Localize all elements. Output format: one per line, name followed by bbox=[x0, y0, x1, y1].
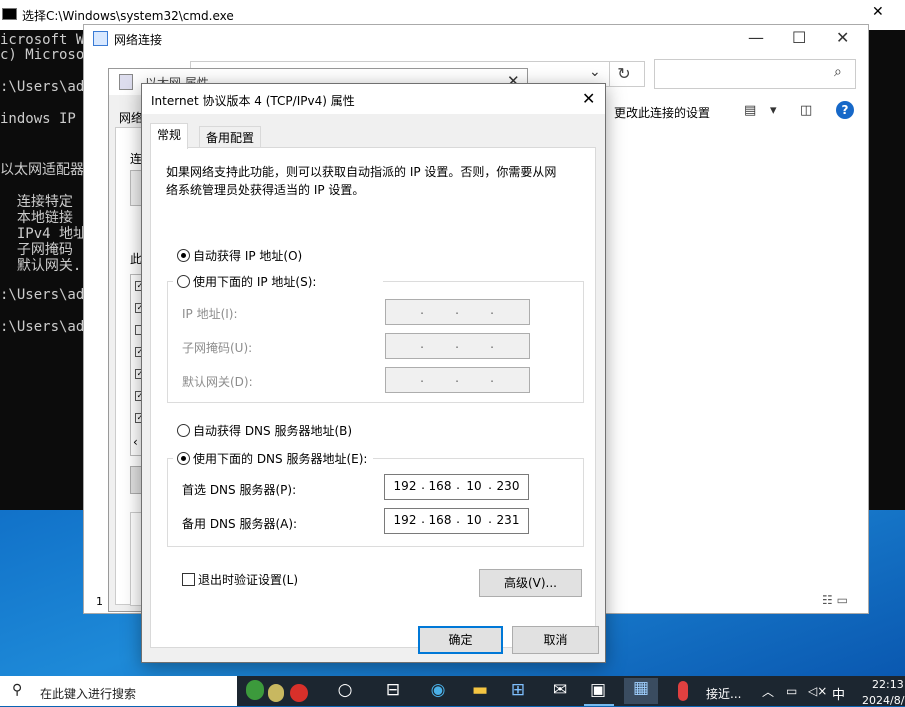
help-button[interactable]: ? bbox=[836, 101, 854, 119]
network-folder-icon bbox=[93, 31, 108, 46]
refresh-button[interactable]: ↻ bbox=[604, 61, 645, 87]
tab-network[interactable]: 网络 bbox=[119, 109, 143, 126]
validate-checkbox[interactable] bbox=[182, 573, 195, 586]
ok-button[interactable]: 确定 bbox=[418, 626, 503, 654]
store-icon[interactable]: ⊞ bbox=[504, 680, 532, 700]
net-titlebar[interactable]: 网络连接 — ☐ ✕ bbox=[84, 25, 868, 53]
taskbar: ⚲ 在此键入进行搜索 ○ ⊟ ◉ ▬ ⊞ ✉ ▣ ▦ 接近... ︿ ▭ ◁× … bbox=[0, 676, 905, 707]
broccoli-icon bbox=[246, 680, 264, 700]
cmd-line: 默认网关. bbox=[0, 258, 82, 274]
change-settings-button[interactable]: 更改此连接的设置 bbox=[614, 104, 710, 121]
clock-date[interactable]: 2024/8/ bbox=[862, 694, 904, 707]
alternate-dns-input[interactable]: 192. 168. 10. 231 bbox=[384, 508, 529, 534]
search-icon: ⌕ bbox=[834, 64, 842, 80]
tomato-icon bbox=[290, 684, 308, 702]
weather-text[interactable]: 接近... bbox=[706, 685, 741, 702]
cmd-app-icon bbox=[2, 8, 17, 20]
default-gateway-label: 默认网关(D): bbox=[182, 375, 253, 389]
clock-time[interactable]: 22:13 bbox=[872, 678, 904, 691]
mail-icon[interactable]: ✉ bbox=[546, 680, 574, 700]
net-title: 网络连接 bbox=[114, 33, 163, 47]
cmd-title: 选择C:\Windows\system32\cmd.exe bbox=[22, 9, 234, 23]
cancel-button[interactable]: 取消 bbox=[512, 626, 599, 654]
cmd-taskbar-icon[interactable]: ▣ bbox=[584, 680, 612, 700]
advanced-button[interactable]: 高级(V)... bbox=[479, 569, 582, 597]
maximize-button[interactable]: ☐ bbox=[792, 28, 806, 47]
network-adapter-icon bbox=[119, 74, 133, 90]
chevron-up-icon[interactable]: ︿ bbox=[762, 683, 774, 700]
subnet-mask-input[interactable]: ... bbox=[385, 333, 530, 359]
auto-ip-label[interactable]: 自动获得 IP 地址(O) bbox=[193, 247, 302, 264]
volume-muted-icon[interactable]: ◁× bbox=[808, 684, 827, 698]
default-gateway-input[interactable]: ... bbox=[385, 367, 530, 393]
intro-text: 如果网络支持此功能，则可以获取自动指派的 IP 设置。否则，你需要从网 络系统管… bbox=[166, 165, 557, 197]
auto-dns-label[interactable]: 自动获得 DNS 服务器地址(B) bbox=[193, 422, 352, 439]
dialog-title: Internet 协议版本 4 (TCP/IPv4) 属性 bbox=[151, 94, 355, 108]
taskbar-search[interactable]: ⚲ 在此键入进行搜索 bbox=[0, 676, 308, 706]
minimize-button[interactable]: — bbox=[748, 28, 764, 47]
avocado-icon bbox=[268, 684, 284, 702]
general-panel: 如果网络支持此功能，则可以获取自动指派的 IP 设置。否则，你需要从网 络系统管… bbox=[150, 147, 596, 648]
search-placeholder[interactable]: 在此键入进行搜索 bbox=[40, 685, 136, 702]
ip-address-label: IP 地址(I): bbox=[182, 307, 238, 321]
chevron-down-icon[interactable]: ⌄ bbox=[589, 64, 601, 80]
chevron-down-icon[interactable]: ▾ bbox=[770, 103, 777, 118]
view-options-icon[interactable]: ▤ bbox=[744, 103, 756, 118]
cmd-line: icrosoft W bbox=[0, 32, 85, 48]
ip-address-input[interactable]: ... bbox=[385, 299, 530, 325]
preview-pane-icon[interactable]: ◫ bbox=[800, 103, 812, 118]
task-view-icon[interactable]: ○ bbox=[331, 680, 359, 700]
manual-ip-label[interactable]: 使用下面的 IP 地址(S): bbox=[193, 273, 316, 290]
auto-ip-radio[interactable] bbox=[177, 249, 190, 262]
file-explorer-icon[interactable]: ▬ bbox=[466, 680, 494, 700]
auto-dns-radio[interactable] bbox=[177, 424, 190, 437]
search-icon: ⚲ bbox=[12, 682, 23, 698]
network-connections-taskbar-icon[interactable]: ▦ bbox=[624, 678, 658, 704]
search-input[interactable] bbox=[654, 59, 856, 89]
tcpip-properties-dialog[interactable]: Internet 协议版本 4 (TCP/IPv4) 属性 ✕ 常规 备用配置 … bbox=[141, 83, 606, 663]
edge-icon[interactable]: ◉ bbox=[424, 680, 452, 700]
thermometer-icon bbox=[678, 681, 688, 701]
cmd-line: 以太网适配器 bbox=[0, 162, 84, 178]
manual-ip-radio[interactable] bbox=[177, 275, 190, 288]
network-tray-icon[interactable]: ▭ bbox=[786, 684, 797, 698]
tab-general[interactable]: 常规 bbox=[150, 123, 189, 149]
cmd-line: indows IP bbox=[0, 111, 85, 127]
dlg-titlebar[interactable]: Internet 协议版本 4 (TCP/IPv4) 属性 ✕ bbox=[142, 84, 605, 114]
alternate-dns-label: 备用 DNS 服务器(A): bbox=[182, 517, 298, 531]
close-icon[interactable]: ✕ bbox=[582, 89, 595, 108]
ime-indicator[interactable]: 中 bbox=[832, 684, 845, 703]
close-button[interactable]: ✕ bbox=[836, 28, 849, 47]
preferred-dns-label: 首选 DNS 服务器(P): bbox=[182, 483, 297, 497]
manual-dns-label[interactable]: 使用下面的 DNS 服务器地址(E): bbox=[193, 450, 367, 467]
cmd-line: c) Microso bbox=[0, 47, 85, 63]
cmd-line: :\Users\ad bbox=[0, 287, 85, 303]
view-toggle-icons[interactable]: ☷ ▭ bbox=[822, 593, 848, 607]
preferred-dns-input[interactable]: 192. 168. 10. 230 bbox=[384, 474, 529, 500]
validate-label[interactable]: 退出时验证设置(L) bbox=[198, 571, 298, 588]
widgets-icon[interactable]: ⊟ bbox=[379, 680, 407, 700]
close-icon[interactable]: ✕ bbox=[872, 4, 884, 20]
subnet-mask-label: 子网掩码(U): bbox=[182, 341, 253, 355]
status-bar-count: 1 bbox=[96, 595, 103, 608]
cmd-line: :\Users\ad bbox=[0, 79, 85, 95]
scroll-left-icon[interactable]: ‹ bbox=[133, 435, 138, 449]
tab-alternate-config[interactable]: 备用配置 bbox=[199, 126, 262, 149]
cmd-line: :\Users\ad bbox=[0, 319, 85, 335]
manual-dns-radio[interactable] bbox=[177, 452, 190, 465]
